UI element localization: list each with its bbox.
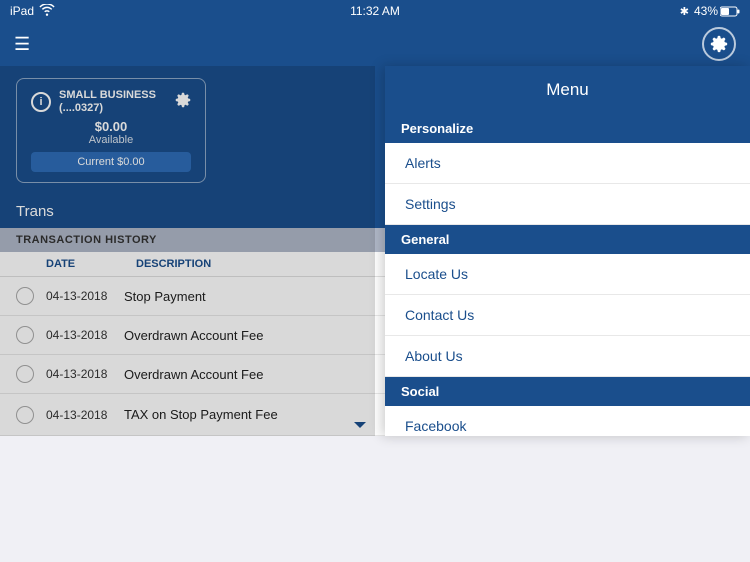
menu-item-contact-us[interactable]: Contact Us — [385, 295, 750, 336]
carrier-label: iPad — [10, 4, 34, 18]
menu-item-about-us[interactable]: About Us — [385, 336, 750, 377]
status-time: 11:32 AM — [350, 4, 400, 18]
menu-title: Menu — [385, 66, 750, 114]
menu-item-locate-us[interactable]: Locate Us — [385, 254, 750, 295]
status-right: ✱ 43% — [680, 4, 740, 18]
hamburger-menu-button[interactable]: ☰ — [14, 34, 30, 55]
battery-label: 43% — [694, 4, 718, 18]
status-left: iPad — [10, 4, 55, 19]
battery-indicator: 43% — [694, 4, 740, 18]
status-bar: iPad 11:32 AM ✱ 43% — [0, 0, 750, 22]
menu-item-facebook[interactable]: Facebook — [385, 406, 750, 436]
bluetooth-icon: ✱ — [680, 5, 689, 18]
top-nav: ☰ — [0, 22, 750, 66]
menu-items-scroll[interactable]: Personalize Alerts Settings General Loca… — [385, 114, 750, 436]
menu-section-personalize: Personalize — [385, 114, 750, 143]
menu-item-alerts[interactable]: Alerts — [385, 143, 750, 184]
wifi-icon — [39, 4, 55, 19]
settings-gear-button[interactable] — [702, 27, 736, 61]
menu-panel: Menu Personalize Alerts Settings General… — [385, 66, 750, 436]
overlay-dim — [0, 66, 375, 436]
menu-section-general: General — [385, 225, 750, 254]
menu-section-social: Social — [385, 377, 750, 406]
main-content: i SMALL BUSINESS (....0327) $0.00 Availa… — [0, 66, 750, 436]
menu-item-settings[interactable]: Settings — [385, 184, 750, 225]
